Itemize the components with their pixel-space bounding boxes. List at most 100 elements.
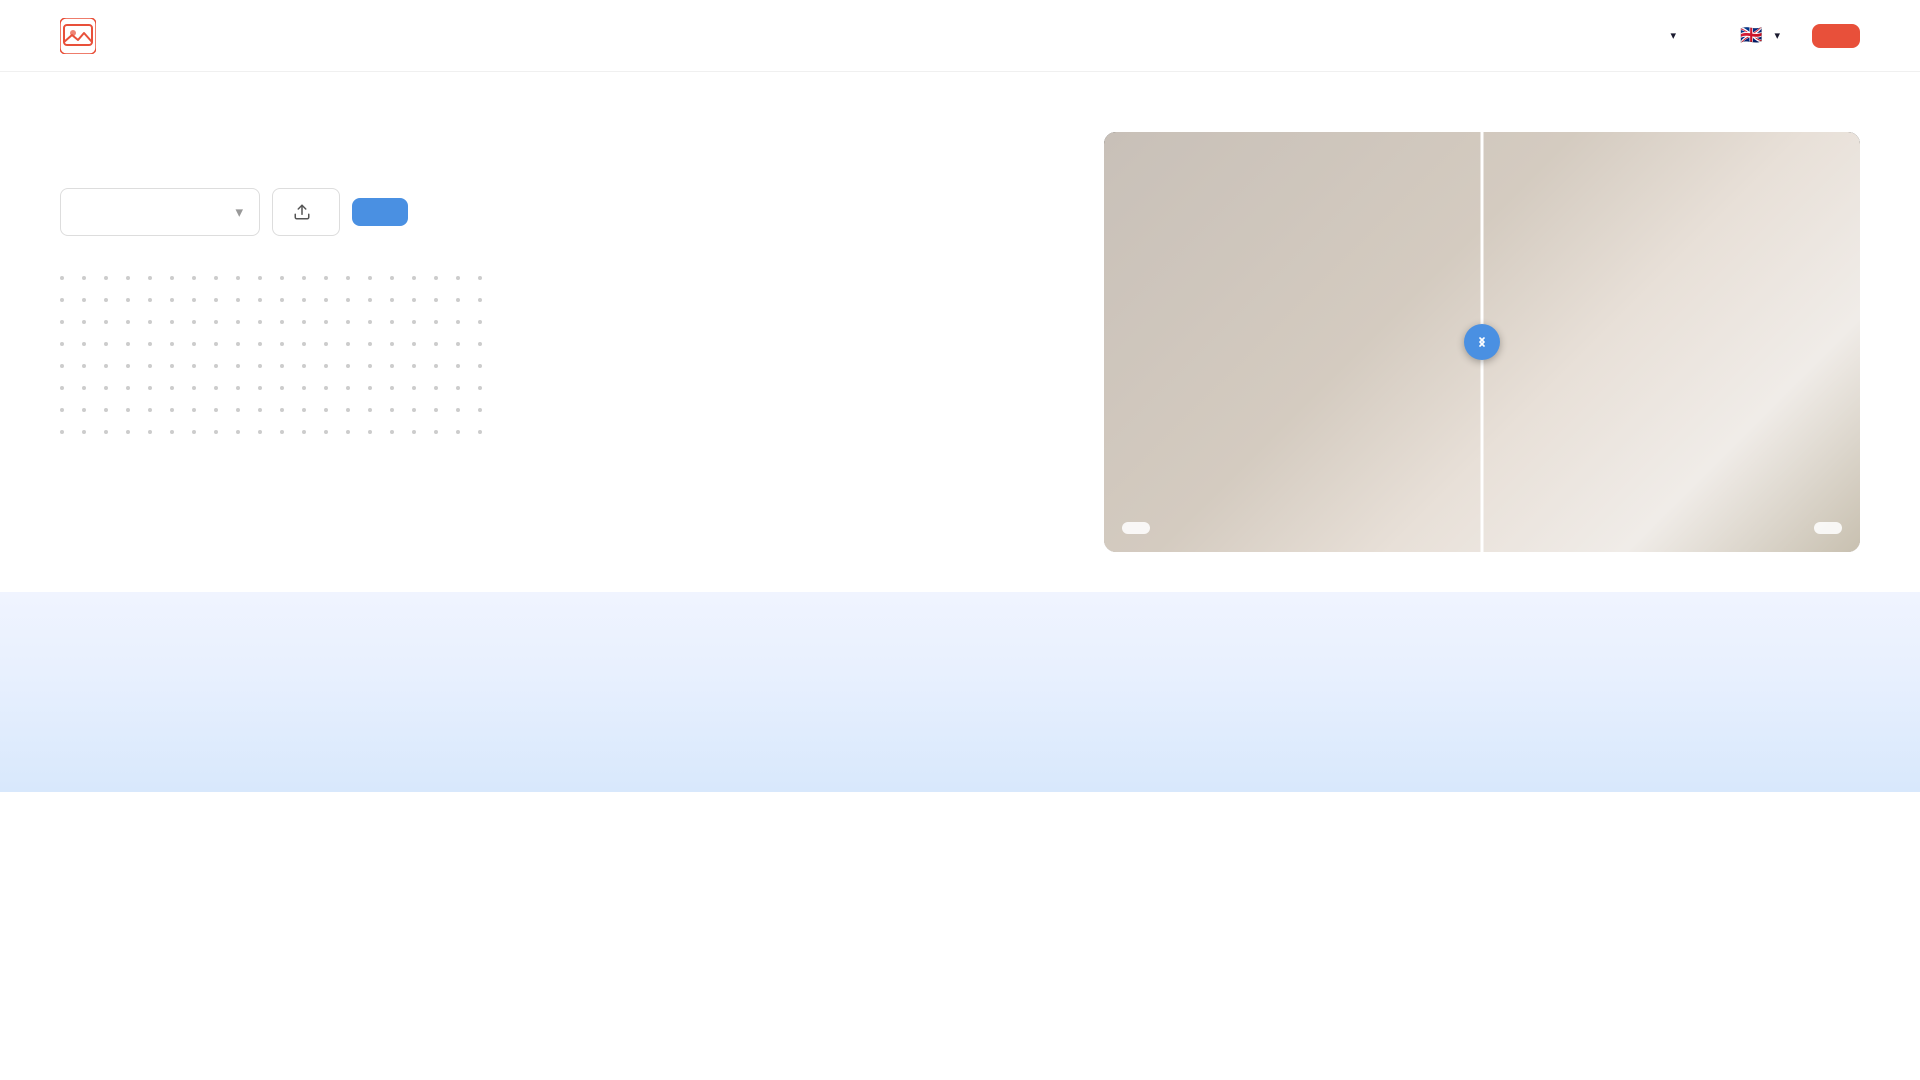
choose-file-button[interactable] bbox=[272, 188, 340, 236]
dot bbox=[302, 320, 306, 324]
dot bbox=[478, 276, 482, 280]
dot bbox=[192, 342, 196, 346]
dot bbox=[456, 408, 460, 412]
dot bbox=[280, 364, 284, 368]
dot bbox=[280, 276, 284, 280]
dropdown-chevron-icon: ▾ bbox=[235, 203, 243, 221]
chevron-down-icon: ▾ bbox=[1671, 29, 1677, 42]
dot bbox=[214, 342, 218, 346]
dot bbox=[192, 386, 196, 390]
dot bbox=[104, 408, 108, 412]
dot bbox=[60, 430, 64, 434]
logo[interactable] bbox=[60, 18, 106, 54]
dot bbox=[148, 430, 152, 434]
dot bbox=[170, 298, 174, 302]
dot bbox=[148, 276, 152, 280]
dot bbox=[258, 364, 262, 368]
info-left-column bbox=[60, 872, 780, 896]
dot bbox=[236, 386, 240, 390]
dot bbox=[302, 276, 306, 280]
dot bbox=[456, 320, 460, 324]
dot bbox=[192, 298, 196, 302]
dot bbox=[192, 276, 196, 280]
dot bbox=[170, 430, 174, 434]
dot bbox=[390, 386, 394, 390]
dot bbox=[104, 320, 108, 324]
dot bbox=[280, 342, 284, 346]
dot bbox=[214, 298, 218, 302]
dot bbox=[126, 364, 130, 368]
dot bbox=[258, 408, 262, 412]
dot bbox=[280, 320, 284, 324]
dot bbox=[302, 386, 306, 390]
try-now-button[interactable] bbox=[1812, 24, 1860, 48]
dot bbox=[434, 298, 438, 302]
dot bbox=[126, 386, 130, 390]
dot bbox=[324, 386, 328, 390]
dot bbox=[148, 342, 152, 346]
dot bbox=[170, 342, 174, 346]
dot bbox=[324, 430, 328, 434]
dot bbox=[478, 430, 482, 434]
original-label bbox=[1814, 522, 1842, 534]
dot bbox=[148, 386, 152, 390]
dot bbox=[104, 364, 108, 368]
dot bbox=[412, 298, 416, 302]
dot bbox=[126, 430, 130, 434]
info-section bbox=[0, 792, 1920, 976]
dot bbox=[368, 364, 372, 368]
dot bbox=[280, 408, 284, 412]
comparison-handle[interactable] bbox=[1464, 324, 1500, 360]
dot bbox=[104, 342, 108, 346]
header: ▾ 🇬🇧 ▾ bbox=[0, 0, 1920, 72]
dot bbox=[60, 364, 64, 368]
dot bbox=[434, 386, 438, 390]
dot bbox=[170, 408, 174, 412]
dot bbox=[104, 386, 108, 390]
language-selector[interactable]: 🇬🇧 ▾ bbox=[1740, 25, 1780, 46]
dot bbox=[214, 276, 218, 280]
dot bbox=[478, 298, 482, 302]
dot bbox=[60, 276, 64, 280]
dot bbox=[192, 320, 196, 324]
dot bbox=[390, 276, 394, 280]
dot bbox=[478, 386, 482, 390]
dot bbox=[346, 298, 350, 302]
dot bbox=[434, 364, 438, 368]
dot bbox=[456, 298, 460, 302]
dot bbox=[82, 276, 86, 280]
image-container bbox=[1104, 132, 1860, 552]
dot bbox=[346, 276, 350, 280]
dot bbox=[412, 342, 416, 346]
dot bbox=[412, 430, 416, 434]
info-right-column bbox=[860, 872, 1860, 888]
dot bbox=[258, 342, 262, 346]
dot bbox=[434, 320, 438, 324]
dot bbox=[368, 342, 372, 346]
dot bbox=[412, 364, 416, 368]
translate-button[interactable] bbox=[352, 198, 408, 226]
dot bbox=[368, 430, 372, 434]
dot bbox=[456, 342, 460, 346]
dot bbox=[346, 320, 350, 324]
nav-translators[interactable]: ▾ bbox=[1667, 29, 1677, 42]
dot bbox=[456, 430, 460, 434]
dot bbox=[258, 430, 262, 434]
dot bbox=[280, 298, 284, 302]
dot bbox=[214, 320, 218, 324]
dot bbox=[434, 408, 438, 412]
language-dropdown[interactable]: ▾ bbox=[60, 188, 260, 236]
dot bbox=[192, 408, 196, 412]
dot bbox=[236, 408, 240, 412]
dot bbox=[456, 276, 460, 280]
dot bbox=[60, 320, 64, 324]
dot bbox=[324, 364, 328, 368]
dot bbox=[60, 386, 64, 390]
dot bbox=[324, 298, 328, 302]
dot bbox=[390, 430, 394, 434]
dot bbox=[302, 430, 306, 434]
dot bbox=[324, 408, 328, 412]
dot bbox=[390, 364, 394, 368]
dot bbox=[126, 320, 130, 324]
dot bbox=[170, 320, 174, 324]
